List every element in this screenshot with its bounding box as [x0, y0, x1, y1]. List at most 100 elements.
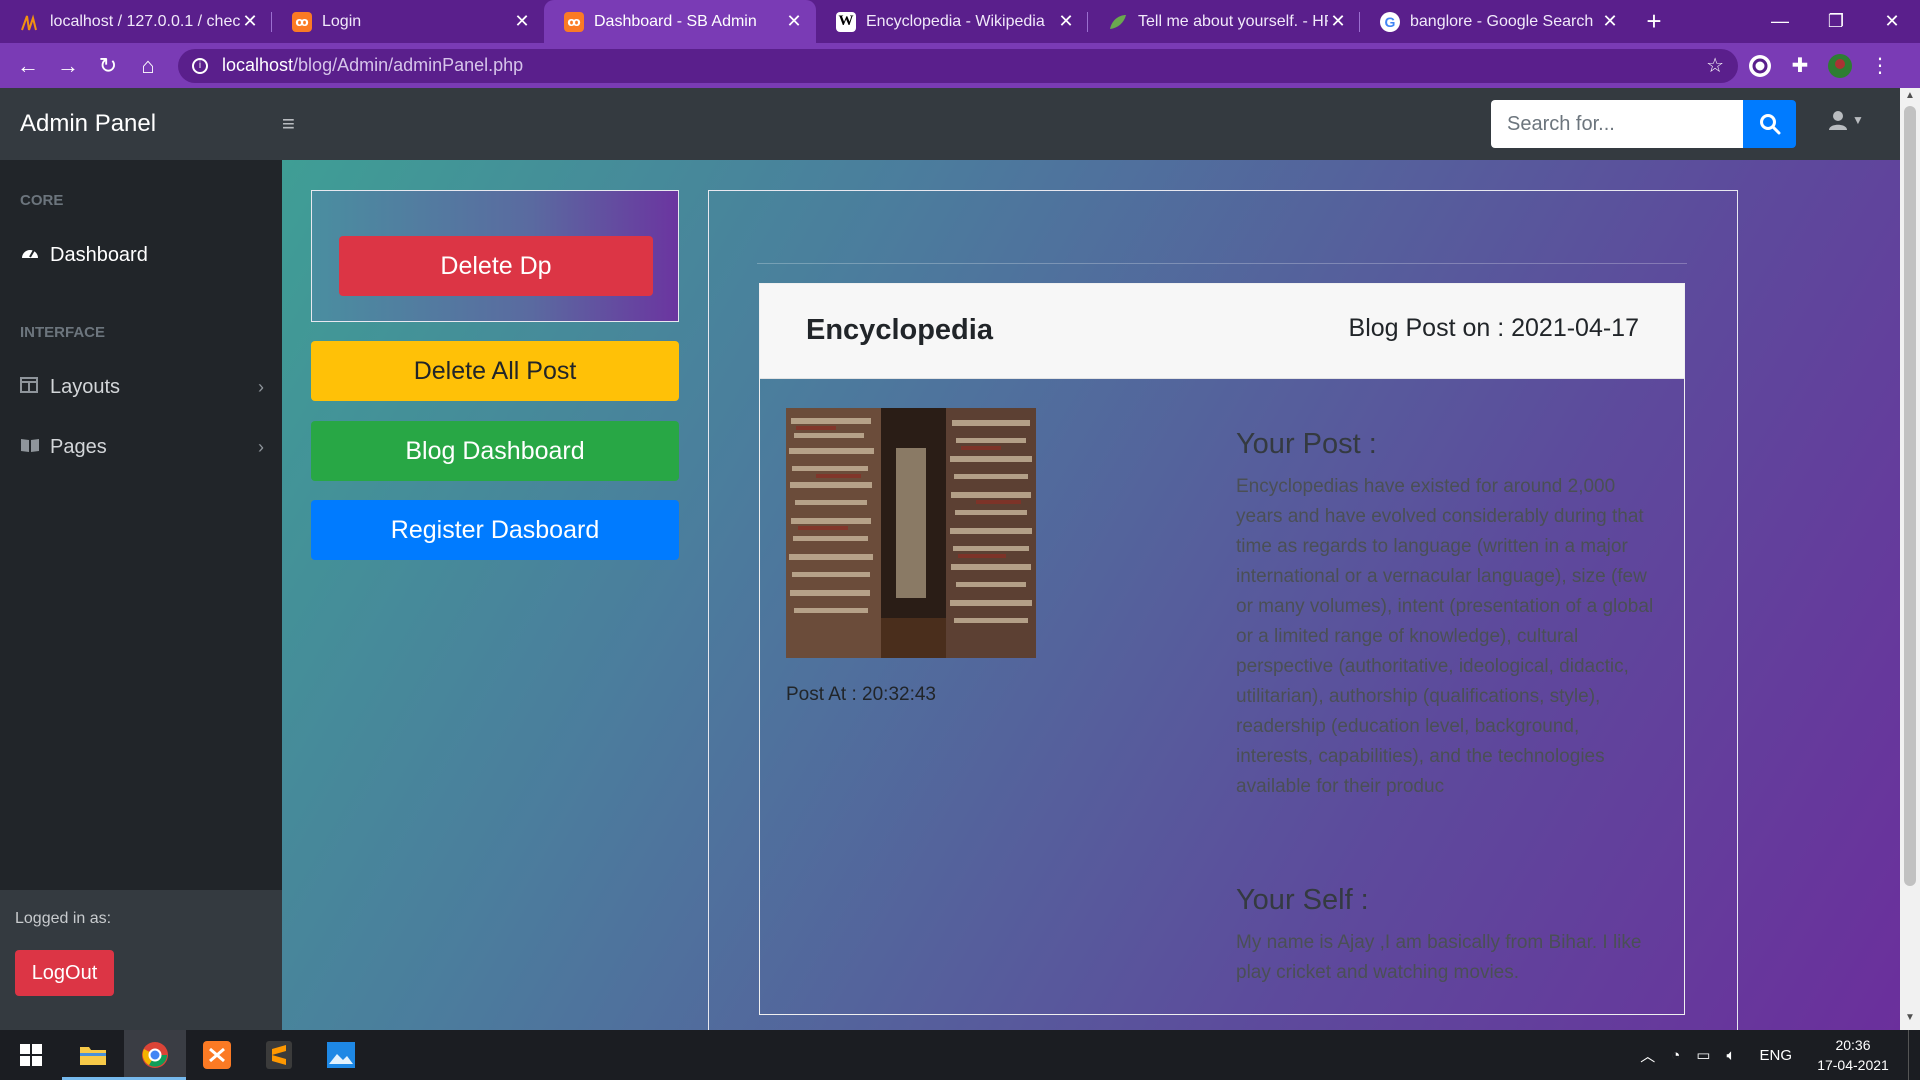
site-info-icon[interactable]: i [192, 57, 208, 74]
chrome-icon[interactable] [124, 1030, 186, 1080]
sidebar-item-label: Dashboard [50, 244, 148, 266]
browser-tab-dashboard[interactable]: ꝏ Dashboard - SB Admin ✕ [544, 0, 816, 43]
close-window-icon[interactable]: ✕ [1864, 0, 1920, 43]
notification-icon[interactable] [1908, 1030, 1920, 1080]
post-card: Encyclopedia Blog Post on : 2021-04-17 P… [759, 283, 1685, 1015]
wifi-icon[interactable]: ◔ [1671, 1047, 1680, 1064]
sidebar-heading-interface: INTERFACE [20, 324, 106, 341]
browser-tab-hr[interactable]: Tell me about yourself. - HR I ✕ [1088, 0, 1360, 43]
scroll-thumb[interactable] [1904, 106, 1916, 886]
url-text: localhost/blog/Admin/adminPanel.php [222, 55, 524, 75]
top-navbar: Admin Panel ≡ ▼ [0, 88, 1900, 160]
clock[interactable]: 20:36 17-04-2021 [1808, 1035, 1898, 1075]
close-tab-icon[interactable]: ✕ [1328, 11, 1348, 32]
windows-taskbar: ︿ ◔ ▭ 🔈︎ ENG 20:36 17-04-2021 [0, 1030, 1920, 1080]
new-tab-button[interactable]: + [1632, 0, 1676, 43]
close-tab-icon[interactable]: ✕ [512, 11, 532, 32]
file-explorer-icon[interactable] [62, 1030, 124, 1080]
close-tab-icon[interactable]: ✕ [1600, 11, 1620, 32]
page-scrollbar[interactable]: ▲ ▼ [1900, 88, 1920, 1030]
bookmark-star-icon[interactable]: ☆ [1706, 53, 1724, 78]
browser-menu-icon[interactable]: ⋮ [1862, 48, 1898, 84]
profile-avatar[interactable] [1822, 48, 1858, 84]
sidebar-item-pages[interactable]: Pages › [20, 436, 264, 459]
tab-title: Encyclopedia - Wikipedia [866, 12, 1045, 30]
address-bar[interactable]: i localhost/blog/Admin/adminPanel.php ☆ [178, 48, 1738, 83]
scroll-down-icon[interactable]: ▼ [1900, 1012, 1920, 1028]
your-post-heading: Your Post : [1236, 428, 1377, 460]
blog-dashboard-button[interactable]: Blog Dashboard [311, 421, 679, 481]
search-input[interactable] [1491, 100, 1743, 148]
search-button[interactable] [1743, 100, 1796, 148]
extension-icon[interactable] [1742, 48, 1778, 84]
sidebar-toggle-icon[interactable]: ≡ [282, 111, 322, 137]
clock-date: 17-04-2021 [1817, 1057, 1889, 1073]
home-icon[interactable]: ⌂ [128, 46, 168, 86]
browser-toolbar: ← → ↻ ⌂ i localhost/blog/Admin/adminPane… [0, 43, 1920, 88]
close-tab-icon[interactable]: ✕ [240, 11, 260, 32]
delete-dp-card: Delete Dp [311, 190, 679, 322]
sidebar: CORE Dashboard INTERFACE Layouts › Pages [0, 160, 282, 1030]
system-tray: ︿ ◔ ▭ 🔈︎ ENG 20:36 17-04-2021 [1632, 1030, 1920, 1080]
your-self-text: My name is Ajay ,I am basically from Bih… [1236, 932, 1642, 983]
web-page: Admin Panel ≡ ▼ CORE Dashboard INTERF [0, 88, 1900, 1030]
google-icon: G [1380, 11, 1400, 32]
divider [757, 263, 1687, 264]
window-controls: — ❐ ✕ [1752, 0, 1920, 43]
register-dashboard-button[interactable]: Register Dasboard [311, 500, 679, 560]
scroll-up-icon[interactable]: ▲ [1900, 90, 1920, 106]
clock-time: 20:36 [1835, 1037, 1871, 1053]
phpmyadmin-icon [20, 12, 40, 32]
sidebar-item-layouts[interactable]: Layouts › [20, 376, 264, 399]
sublime-text-icon[interactable] [248, 1030, 310, 1080]
battery-icon[interactable]: ▭ [1696, 1046, 1710, 1064]
post-image [786, 408, 1036, 658]
delete-dp-button[interactable]: Delete Dp [339, 236, 653, 296]
close-tab-icon[interactable]: ✕ [784, 11, 804, 32]
volume-icon[interactable]: 🔈︎ [1726, 1047, 1735, 1064]
sidebar-heading-core: CORE [20, 192, 64, 209]
windows-start-icon[interactable] [0, 1030, 62, 1080]
logged-in-label: Logged in as: [15, 910, 112, 927]
browser-tab-login[interactable]: ꝏ Login ✕ [272, 0, 544, 43]
language-indicator[interactable]: ENG [1759, 1047, 1792, 1064]
xampp-icon: ꝏ [564, 11, 584, 32]
columns-icon [20, 377, 40, 398]
reload-icon[interactable]: ↻ [88, 46, 128, 86]
post-panel: Encyclopedia Blog Post on : 2021-04-17 P… [708, 190, 1738, 1030]
restore-icon[interactable]: ❐ [1808, 0, 1864, 43]
user-dropdown[interactable]: ▼ [1828, 110, 1864, 130]
close-tab-icon[interactable]: ✕ [1056, 11, 1076, 32]
chevron-up-icon[interactable]: ︿ [1640, 1045, 1655, 1066]
tab-title: localhost / 127.0.0.1 / check / [50, 12, 240, 30]
your-post-text: Encyclopedias have existed for around 2,… [1236, 476, 1654, 797]
tab-title: Login [322, 12, 362, 30]
xampp-taskbar-icon[interactable] [186, 1030, 248, 1080]
chevron-right-icon: › [258, 437, 264, 457]
your-self-heading: Your Self : [1236, 884, 1369, 916]
search-group [1491, 100, 1796, 148]
back-icon[interactable]: ← [8, 46, 48, 86]
tab-title: Dashboard - SB Admin [594, 12, 757, 30]
puzzle-extensions-icon[interactable]: ✚ [1782, 48, 1818, 84]
caret-down-icon: ▼ [1852, 113, 1864, 127]
book-open-icon [20, 437, 40, 458]
delete-all-post-button[interactable]: Delete All Post [311, 341, 679, 401]
browser-tab-phpmyadmin[interactable]: localhost / 127.0.0.1 / check / ✕ [0, 0, 272, 43]
sidebar-footer: Logged in as: LogOut [0, 890, 282, 1030]
post-title: Encyclopedia [806, 314, 993, 346]
logout-button[interactable]: LogOut [15, 950, 114, 996]
browser-tab-google[interactable]: G banglore - Google Search ✕ [1360, 0, 1632, 43]
browser-tab-strip: localhost / 127.0.0.1 / check / ✕ ꝏ Logi… [0, 0, 1920, 43]
brand-title[interactable]: Admin Panel [0, 110, 282, 138]
search-icon [1759, 114, 1780, 135]
forward-icon[interactable]: → [48, 46, 88, 86]
photos-icon[interactable] [310, 1030, 372, 1080]
leaf-icon [1108, 12, 1128, 32]
post-card-header: Encyclopedia Blog Post on : 2021-04-17 [760, 284, 1684, 379]
tab-title: Tell me about yourself. - HR I [1138, 12, 1328, 30]
sidebar-item-dashboard[interactable]: Dashboard [20, 244, 264, 267]
minimize-icon[interactable]: — [1752, 0, 1808, 43]
browser-tab-wikipedia[interactable]: W Encyclopedia - Wikipedia ✕ [816, 0, 1088, 43]
post-date: Blog Post on : 2021-04-17 [1348, 314, 1639, 342]
